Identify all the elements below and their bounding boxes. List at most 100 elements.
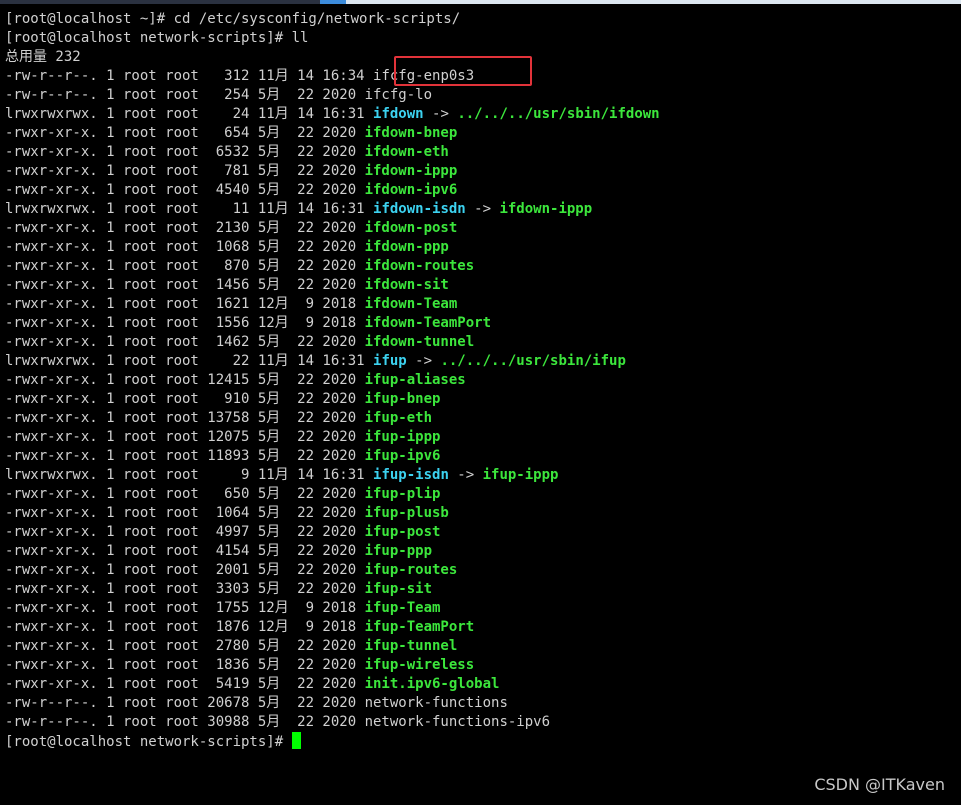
file-meta: -rwxr-xr-x. 1 root root 1836 5月 22 2020 — [5, 657, 365, 673]
file-listing: -rw-r--r--. 1 root root 312 11月 14 16:34… — [5, 67, 660, 732]
file-meta: -rwxr-xr-x. 1 root root 1462 5月 22 2020 — [5, 334, 365, 350]
file-name: ifup-aliases — [364, 372, 466, 388]
symlink-arrow: -> — [465, 201, 500, 217]
file-name: ifup-TeamPort — [364, 619, 475, 635]
listing-row: -rwxr-xr-x. 1 root root 1621 12月 9 2018 … — [5, 295, 660, 314]
symlink-target: ifup-ippp — [482, 467, 559, 483]
listing-row: -rwxr-xr-x. 1 root root 3303 5月 22 2020 … — [5, 580, 660, 599]
listing-row: -rwxr-xr-x. 1 root root 654 5月 22 2020 i… — [5, 124, 660, 143]
file-name: network-functions-ipv6 — [364, 714, 551, 730]
file-name: ifdown-ppp — [364, 239, 449, 255]
file-name: ifup-ippp — [364, 429, 441, 445]
file-meta: -rwxr-xr-x. 1 root root 2130 5月 22 2020 — [5, 220, 365, 236]
tab-bar-segment — [346, 0, 961, 4]
file-meta: -rwxr-xr-x. 1 root root 4997 5月 22 2020 — [5, 524, 365, 540]
file-meta: -rwxr-xr-x. 1 root root 1621 12月 9 2018 — [5, 296, 365, 312]
file-name: ifup-ipv6 — [364, 448, 441, 464]
file-meta: -rwxr-xr-x. 1 root root 4540 5月 22 2020 — [5, 182, 365, 198]
listing-row: -rw-r--r--. 1 root root 20678 5月 22 2020… — [5, 694, 660, 713]
listing-row: -rwxr-xr-x. 1 root root 870 5月 22 2020 i… — [5, 257, 660, 276]
file-name: ifup-ppp — [364, 543, 433, 559]
file-name: ifup-routes — [364, 562, 458, 578]
file-meta: -rwxr-xr-x. 1 root root 1876 12月 9 2018 — [5, 619, 365, 635]
prompt-text: [root@localhost network-scripts]# — [5, 734, 292, 750]
listing-row: -rwxr-xr-x. 1 root root 1755 12月 9 2018 … — [5, 599, 660, 618]
file-meta: -rwxr-xr-x. 1 root root 2780 5月 22 2020 — [5, 638, 365, 654]
listing-row: lrwxrwxrwx. 1 root root 22 11月 14 16:31 … — [5, 352, 660, 371]
file-meta: lrwxrwxrwx. 1 root root 24 11月 14 16:31 — [5, 106, 374, 122]
file-name: ifdown-routes — [364, 258, 475, 274]
file-name: init.ipv6-global — [364, 676, 500, 692]
file-name: ifcfg-lo — [364, 87, 433, 103]
file-meta: -rwxr-xr-x. 1 root root 5419 5月 22 2020 — [5, 676, 365, 692]
file-meta: -rwxr-xr-x. 1 root root 654 5月 22 2020 — [5, 125, 365, 141]
file-meta: lrwxrwxrwx. 1 root root 9 11月 14 16:31 — [5, 467, 374, 483]
file-name: ifdown-ipv6 — [364, 182, 458, 198]
file-meta: -rw-r--r--. 1 root root 312 11月 14 16:34 — [5, 68, 374, 84]
file-meta: -rwxr-xr-x. 1 root root 1064 5月 22 2020 — [5, 505, 365, 521]
highlight-box-ifcfg-enp0s3 — [394, 56, 532, 86]
file-meta: -rwxr-xr-x. 1 root root 650 5月 22 2020 — [5, 486, 365, 502]
listing-row: -rwxr-xr-x. 1 root root 2780 5月 22 2020 … — [5, 637, 660, 656]
listing-row: -rwxr-xr-x. 1 root root 1064 5月 22 2020 … — [5, 504, 660, 523]
file-name: ifdown-post — [364, 220, 458, 236]
file-meta: -rwxr-xr-x. 1 root root 1456 5月 22 2020 — [5, 277, 365, 293]
listing-row: -rw-r--r--. 1 root root 312 11月 14 16:34… — [5, 67, 660, 86]
listing-row: -rwxr-xr-x. 1 root root 13758 5月 22 2020… — [5, 409, 660, 428]
file-name: ifup-sit — [364, 581, 433, 597]
tab-bar-segment — [0, 0, 320, 4]
listing-row: lrwxrwxrwx. 1 root root 24 11月 14 16:31 … — [5, 105, 660, 124]
file-name: ifdown-isdn — [373, 201, 466, 217]
file-name: ifup-tunnel — [364, 638, 458, 654]
symlink-target: ifdown-ippp — [499, 201, 593, 217]
listing-row: lrwxrwxrwx. 1 root root 11 11月 14 16:31 … — [5, 200, 660, 219]
file-meta: -rwxr-xr-x. 1 root root 12075 5月 22 2020 — [5, 429, 365, 445]
watermark: CSDN @ITKaven — [814, 775, 945, 794]
file-meta: -rwxr-xr-x. 1 root root 13758 5月 22 2020 — [5, 410, 365, 426]
file-meta: -rwxr-xr-x. 1 root root 1556 12月 9 2018 — [5, 315, 365, 331]
file-name: ifdown-eth — [364, 144, 449, 160]
listing-row: -rwxr-xr-x. 1 root root 1836 5月 22 2020 … — [5, 656, 660, 675]
file-meta: -rwxr-xr-x. 1 root root 2001 5月 22 2020 — [5, 562, 365, 578]
total-line: 总用量 232 — [5, 49, 81, 65]
listing-row: -rwxr-xr-x. 1 root root 2001 5月 22 2020 … — [5, 561, 660, 580]
active-tab-indicator[interactable] — [320, 0, 346, 4]
file-meta: -rw-r--r--. 1 root root 30988 5月 22 2020 — [5, 714, 365, 730]
file-meta: -rw-r--r--. 1 root root 254 5月 22 2020 — [5, 87, 365, 103]
file-name: ifup-isdn — [373, 467, 449, 483]
command-line-ll: [root@localhost network-scripts]# ll — [5, 30, 309, 46]
listing-row: -rwxr-xr-x. 1 root root 12415 5月 22 2020… — [5, 371, 660, 390]
file-name: ifup — [373, 353, 407, 369]
file-name: ifup-plusb — [364, 505, 449, 521]
listing-row: -rw-r--r--. 1 root root 254 5月 22 2020 i… — [5, 86, 660, 105]
listing-row: -rwxr-xr-x. 1 root root 6532 5月 22 2020 … — [5, 143, 660, 162]
listing-row: -rwxr-xr-x. 1 root root 11893 5月 22 2020… — [5, 447, 660, 466]
file-meta: -rwxr-xr-x. 1 root root 910 5月 22 2020 — [5, 391, 365, 407]
file-meta: -rwxr-xr-x. 1 root root 1755 12月 9 2018 — [5, 600, 365, 616]
file-name: ifup-wireless — [364, 657, 475, 673]
symlink-arrow: -> — [448, 467, 483, 483]
symlink-arrow: -> — [406, 353, 441, 369]
listing-row: -rwxr-xr-x. 1 root root 5419 5月 22 2020 … — [5, 675, 660, 694]
file-name: ifup-eth — [364, 410, 433, 426]
file-meta: -rwxr-xr-x. 1 root root 4154 5月 22 2020 — [5, 543, 365, 559]
listing-row: -rwxr-xr-x. 1 root root 781 5月 22 2020 i… — [5, 162, 660, 181]
file-name: ifdown-ippp — [364, 163, 458, 179]
file-name: ifdown-sit — [364, 277, 449, 293]
listing-row: -rwxr-xr-x. 1 root root 2130 5月 22 2020 … — [5, 219, 660, 238]
file-meta: -rwxr-xr-x. 1 root root 1068 5月 22 2020 — [5, 239, 365, 255]
listing-row: -rwxr-xr-x. 1 root root 1068 5月 22 2020 … — [5, 238, 660, 257]
symlink-target: ../../../usr/sbin/ifdown — [457, 106, 660, 122]
listing-row: -rwxr-xr-x. 1 root root 4997 5月 22 2020 … — [5, 523, 660, 542]
terminal-output[interactable]: [root@localhost ~]# cd /etc/sysconfig/ne… — [5, 10, 660, 751]
listing-row: -rwxr-xr-x. 1 root root 1456 5月 22 2020 … — [5, 276, 660, 295]
listing-row: -rwxr-xr-x. 1 root root 1462 5月 22 2020 … — [5, 333, 660, 352]
current-prompt-line[interactable]: [root@localhost network-scripts]# — [5, 732, 660, 751]
listing-row: -rwxr-xr-x. 1 root root 650 5月 22 2020 i… — [5, 485, 660, 504]
file-name: ifup-post — [364, 524, 441, 540]
listing-row: lrwxrwxrwx. 1 root root 9 11月 14 16:31 i… — [5, 466, 660, 485]
file-meta: -rwxr-xr-x. 1 root root 11893 5月 22 2020 — [5, 448, 365, 464]
listing-row: -rwxr-xr-x. 1 root root 1876 12月 9 2018 … — [5, 618, 660, 637]
command-line-cd: [root@localhost ~]# cd /etc/sysconfig/ne… — [5, 11, 461, 27]
listing-row: -rwxr-xr-x. 1 root root 1556 12月 9 2018 … — [5, 314, 660, 333]
